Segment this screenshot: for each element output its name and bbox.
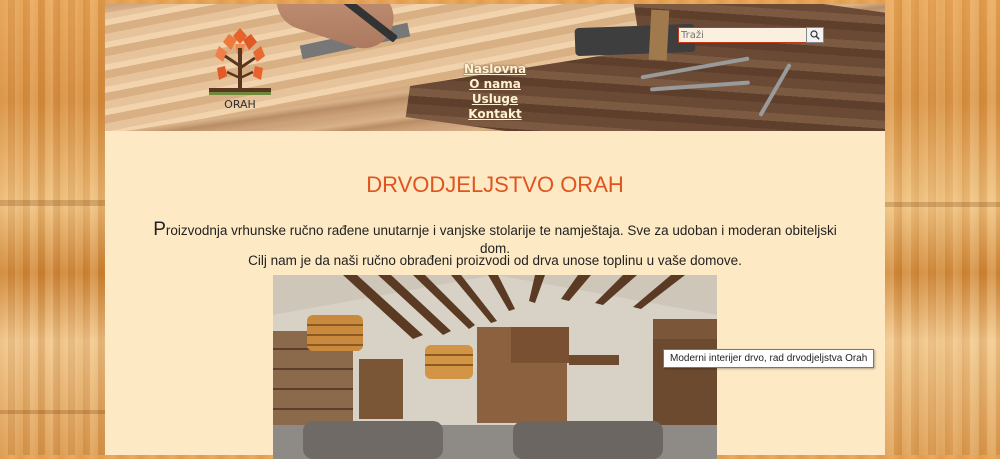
logo[interactable]: ORAH (209, 26, 271, 118)
nav-link-o-nama[interactable]: O nama (445, 77, 545, 92)
intro-paragraph: Proizvodnja vrhunske ručno rađene unutar… (145, 219, 845, 256)
tree-logo-icon (209, 28, 271, 95)
wood-background-right (885, 0, 1000, 455)
banner-hammer-handle (648, 9, 670, 61)
interior-scene (273, 275, 717, 459)
nav-link-usluge[interactable]: Usluge (445, 92, 545, 107)
header-banner: ORAH Naslovna O nama Usluge Kontakt (105, 4, 885, 131)
intro-text: roizvodnja vrhunske ručno rađene unutarn… (165, 223, 837, 256)
intro-drop-cap: P (153, 219, 166, 240)
nav-link-naslovna[interactable]: Naslovna (445, 62, 545, 77)
page-title: DRVODJELJSTVO ORAH (366, 172, 624, 197)
goal-paragraph: Cilj nam je da naši ručno obrađeni proiz… (248, 253, 742, 268)
main-nav: Naslovna O nama Usluge Kontakt (445, 62, 545, 122)
interior-photo (273, 275, 717, 459)
image-tooltip: Moderni interijer drvo, rad drvodjeljstv… (663, 349, 875, 368)
search-button[interactable] (806, 27, 824, 43)
nav-link-kontakt[interactable]: Kontakt (445, 107, 545, 122)
logo-text: ORAH (224, 98, 256, 111)
page-container: ORAH Naslovna O nama Usluge Kontakt DRVO… (105, 4, 885, 459)
magnifier-icon (810, 30, 820, 40)
wood-background-left (0, 0, 105, 455)
search-input[interactable] (678, 27, 807, 43)
